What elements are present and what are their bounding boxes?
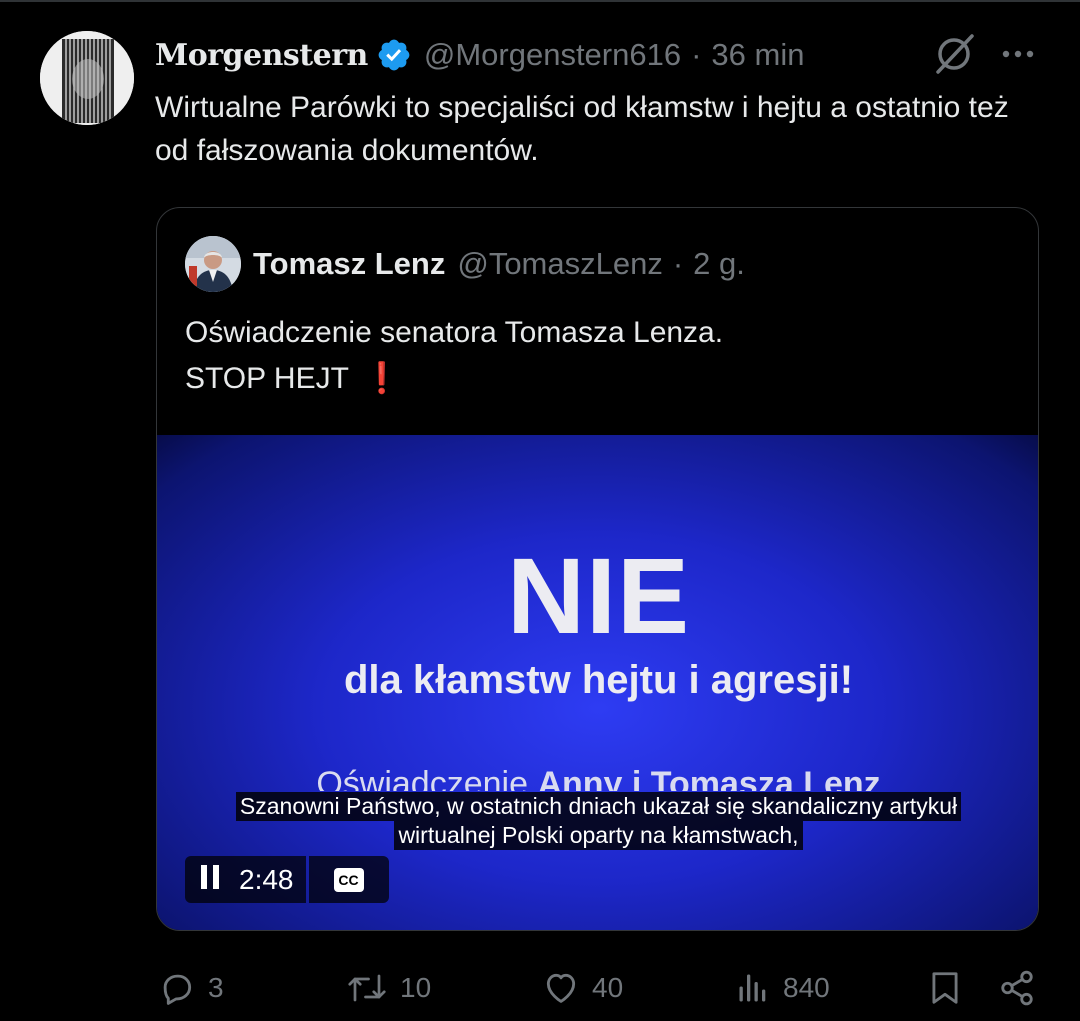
verified-badge-icon[interactable] [376,37,412,73]
play-pause-button[interactable]: 2:48 [185,856,306,903]
quoted-tweet[interactable]: Tomasz Lenz @TomaszLenz · 2 g. Oświadcze… [156,207,1039,931]
stop-hejt-text: STOP HEJT [185,362,349,395]
like-count: 40 [592,972,624,1003]
video-controls: 2:48 CC [185,856,389,903]
caption-line-1: Szanowni Państwo, w ostatnich dniach uka… [235,792,962,821]
more-icon[interactable] [996,36,1040,72]
reply-count: 3 [208,972,224,1003]
views-button[interactable]: 840 [735,960,830,1016]
tweet-text: Wirtualne Parówki to specjaliści od kłam… [155,91,1009,167]
video-statement-text: Oświadczenie Anny i Tomasza Lenz [157,765,1038,791]
statement-names: Anny i Tomasza Lenz [537,765,881,791]
exclamation-emoji-icon: ❗ [362,362,401,395]
video-captions: Szanowni Państwo, w ostatnich dniach uka… [157,792,1038,850]
reply-button[interactable]: 3 [158,960,224,1016]
video-player[interactable]: NIE dla kłamstw hejtu i agresji! Oświadc… [157,435,1038,930]
video-time-remaining: 2:48 [239,863,294,895]
tweet-timestamp[interactable]: 36 min [711,37,804,73]
like-button[interactable]: 40 [542,960,623,1016]
quoted-author-avatar[interactable] [185,236,241,292]
statement-prefix: Oświadczenie [316,765,538,791]
caption-line-2: wirtualnej Polski oparty na kłamstwach, [394,821,803,850]
quoted-text-line-1: Oświadczenie senatora Tomasza Lenza. [185,316,724,349]
quoted-tweet-text: Oświadczenie senatora Tomasza Lenza. STO… [185,310,1005,402]
quoted-text-line-2: STOP HEJT ❗ [185,356,1005,402]
separator-dot: · [691,37,702,72]
author-display-name[interactable]: Morgenstern [155,38,368,73]
video-subtitle: dla kłamstw hejtu i agresji! [343,658,854,702]
separator-dot: · [672,246,684,281]
share-icon [998,969,1036,1007]
view-count: 840 [783,972,830,1003]
author-handle[interactable]: @Morgenstern616 [424,37,681,73]
quoted-author-handle[interactable]: @TomaszLenz [457,246,663,282]
repost-count: 10 [400,972,432,1003]
grok-icon[interactable] [930,30,978,78]
repost-icon [346,969,388,1007]
pause-icon [199,864,221,895]
author-avatar[interactable] [40,31,134,125]
repost-button[interactable]: 10 [346,960,431,1016]
quoted-tweet-timestamp[interactable]: 2 g. [693,246,745,282]
video-title: NIE [506,535,691,656]
views-icon [735,969,771,1007]
bookmark-button[interactable] [926,960,964,1016]
captions-toggle-button[interactable]: CC [308,856,389,903]
top-divider [0,0,1080,2]
quoted-author-name[interactable]: Tomasz Lenz [253,246,445,282]
reply-icon [158,969,196,1007]
tweet-action-bar: 3 10 40 840 [0,960,1080,1016]
bookmark-icon [926,969,964,1007]
share-button[interactable] [998,960,1036,1016]
cc-icon: CC [333,867,364,892]
tweet-header: Morgenstern @Morgenstern616 · 36 min [155,32,804,78]
quoted-tweet-header: Tomasz Lenz @TomaszLenz · 2 g. [253,242,745,286]
like-icon [542,969,580,1007]
